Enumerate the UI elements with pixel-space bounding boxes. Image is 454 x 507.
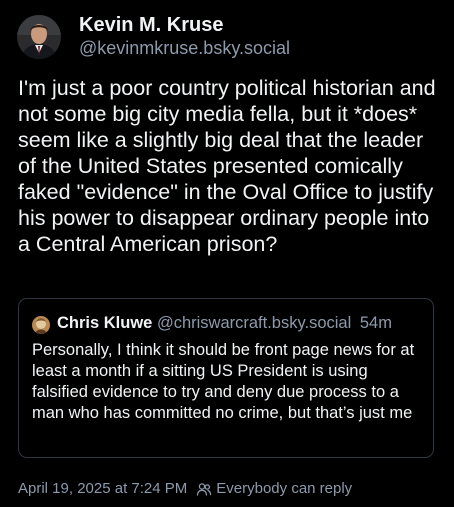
author-avatar[interactable] [17,15,61,59]
quote-author-name[interactable]: Chris Kluwe [57,314,152,332]
quoted-post-card[interactable]: Chris Kluwe @chriswarcraft.bsky.social 5… [18,298,434,458]
people-icon [196,481,212,497]
post-text: I'm just a poor country political histor… [18,76,436,256]
quote-author-handle[interactable]: @chriswarcraft.bsky.social [157,314,351,332]
author-name[interactable]: Kevin M. Kruse [79,14,223,37]
reply-setting-label: Everybody can reply [216,480,353,497]
quote-author-avatar[interactable] [32,316,50,334]
reply-setting[interactable]: Everybody can reply [196,480,352,497]
quote-text: Personally, I think it should be front p… [32,341,415,422]
author-handle[interactable]: @kevinmkruse.bsky.social [79,38,290,59]
quote-time: 54m [359,314,392,332]
post-timestamp: April 19, 2025 at 7:24 PM [18,480,188,497]
quote-header: Chris Kluwe @chriswarcraft.bsky.social 5… [57,314,392,333]
post-meta: April 19, 2025 at 7:24 PM Everybody can … [18,480,352,497]
